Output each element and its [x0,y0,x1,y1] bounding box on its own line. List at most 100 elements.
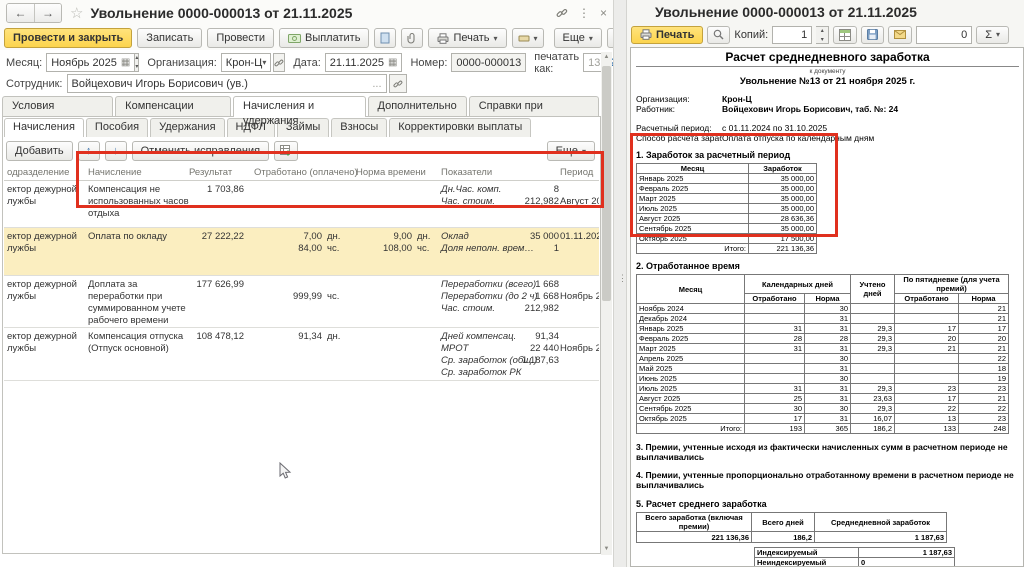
save-button[interactable]: Записать [137,28,202,48]
recalc-table-icon[interactable] [274,141,298,161]
tab-Условия увольнения[interactable]: Условия увольнения [2,96,113,116]
close-icon[interactable]: × [600,6,607,20]
sum-button[interactable]: Σ▾ [976,26,1009,44]
document-form-panel: ← → ☆ Увольнение 0000-000013 от 21.11.20… [0,0,613,567]
report-info-row: Организация:Крон-Ц [636,94,1019,104]
table-settings-icon[interactable] [833,26,857,44]
column-subheader: Отработано [745,294,805,304]
table-row[interactable]: ектор дежурнойлужбыДоплата запереработки… [4,276,599,328]
org-field[interactable]: Крон-Ц▾ [221,53,272,72]
preview-icon[interactable] [707,26,730,44]
value-cell: 31 [805,324,851,334]
grid-more-button[interactable]: Еще▾ [547,141,595,161]
month-field[interactable]: Ноябрь 2025▦ [46,53,135,72]
value-cell: 22 [959,404,1009,414]
favorite-star-icon[interactable]: ☆ [70,4,83,22]
subtab-Взносы[interactable]: Взносы [331,118,387,137]
value-cell: 31 [745,384,805,394]
total-label: Итого: [637,424,745,434]
tab-Дополнительно[interactable]: Дополнительно [368,96,467,116]
accruals-grid[interactable]: одразделениеНачислениеРезультатОтработан… [4,166,599,552]
subtab-Начисления[interactable]: Начисления [4,118,84,137]
cell-worked: 7,00 [232,231,322,243]
more-menu-icon[interactable]: ⋮ [578,6,590,20]
table-row: Ноябрь 20243021 [637,304,1009,314]
save-icon[interactable] [861,26,884,44]
post-and-close-button[interactable]: Провести и закрыть [4,28,132,48]
pay-button[interactable]: Выплатить [279,28,369,48]
subtab-Удержания[interactable]: Удержания [150,118,224,137]
scrollbar-thumb[interactable] [602,66,611,301]
copies-field[interactable]: 1 [772,26,812,44]
subtab-Корректировки выплаты[interactable]: Корректировки выплаты [389,118,531,137]
report-info: Организация:Крон-ЦРаботник:Войцехович Иг… [636,94,1019,114]
undo-corrections-button[interactable]: Отменить исправления [132,141,269,161]
value-cell [745,314,805,324]
column-header: Месяц [637,275,745,304]
report-toolbar: Печать Копий: 1 ▴▾ 0 Σ▾ [631,24,1022,45]
table-row[interactable]: ектор дежурнойлужбыКомпенсация неиспольз… [4,181,599,228]
cell-department: ектор дежурной [7,231,77,243]
more-button[interactable]: Еще▾ [554,28,602,48]
copy-icon[interactable] [374,28,396,48]
value-cell [895,354,959,364]
value-cell [895,364,959,374]
vertical-scrollbar[interactable]: ▲ ▼ [601,52,612,555]
cell-period: 01.11.2025 [560,231,599,243]
nav-buttons: ← → [6,3,62,23]
post-button[interactable]: Провести [207,28,274,48]
month-cell: Февраль 2025 [637,184,749,194]
panel-splitter[interactable]: ⋮ [613,0,627,567]
move-up-icon[interactable]: ↑ [78,141,100,161]
value-cell: 17 [895,324,959,334]
value-cell: 23 [959,384,1009,394]
attachment-icon[interactable] [401,28,423,48]
table-row: Март 2025313129,32121 [637,344,1009,354]
subtab-Пособия[interactable]: Пособия [86,118,148,137]
cell-accrual: Доплата за [88,279,137,291]
mail-icon[interactable] [888,26,912,44]
cell-period: Ноябрь 2025 [560,343,599,355]
total-value: 221 136,36 [749,244,817,254]
choose-icon[interactable]: ... [372,78,381,90]
counter-field[interactable]: 0 [916,26,972,44]
print-button[interactable]: Печать▾ [428,28,506,48]
month-spinner[interactable]: ▴▾ [135,53,139,72]
move-down-icon[interactable]: ↓ [105,141,127,161]
column-subheader: Отработано [895,294,959,304]
employee-link-icon[interactable] [389,74,407,93]
org-link-icon[interactable] [273,53,285,72]
column-subheader: Норма [805,294,851,304]
employee-field[interactable]: Войцехович Игорь Борисович (ув.)... [67,74,387,93]
add-row-button[interactable]: Добавить [6,141,73,161]
table-row: Декабрь 20243121 [637,314,1009,324]
cell-department: ектор дежурной [7,331,77,343]
table-row[interactable]: ектор дежурнойлужбыОплата по окладу27 22… [4,228,599,276]
cell-worked-unit: чс. [327,291,339,303]
total-value: 193 [745,424,805,434]
tab-Начисления и удержания[interactable]: Начисления и удержания [233,96,366,117]
print-button[interactable]: Печать [631,26,703,44]
table-header-row: МесяцЗаработок [637,164,817,174]
table-row: Январь 202535 000,00 [637,174,817,184]
value-cell: 30 [745,404,805,414]
back-icon[interactable]: ← [7,4,34,22]
copies-spinner[interactable]: ▴▾ [816,26,829,44]
forward-icon[interactable]: → [34,4,61,22]
calendar-icon: ▦ [121,57,130,68]
cell-accrual: (Отпуск основной) [88,343,169,355]
table-row[interactable]: ектор дежурнойлужбыКомпенсация отпуска(О… [4,328,599,381]
tab-Компенсации отпуска[interactable]: Компенсации отпуска [115,96,231,116]
tab-Справки при увольнении[interactable]: Справки при увольнении [469,96,599,116]
date-field[interactable]: 21.11.2025▦ [325,53,403,72]
earnings-table: МесяцЗаработокЯнварь 202535 000,00Феврал… [636,163,817,254]
number-field[interactable]: 0000-000013 [451,53,526,72]
info-value: Крон-Ц [722,94,752,104]
column-header: Заработок [749,164,817,174]
table-row: Январь 2025313129,31717 [637,324,1009,334]
value-cell [745,304,805,314]
label-cell: Индексируемый [755,548,859,558]
print-settings-icon[interactable]: ▾ [512,28,544,48]
get-link-icon[interactable] [556,7,568,19]
cell-result: 1 703,86 [154,184,244,196]
